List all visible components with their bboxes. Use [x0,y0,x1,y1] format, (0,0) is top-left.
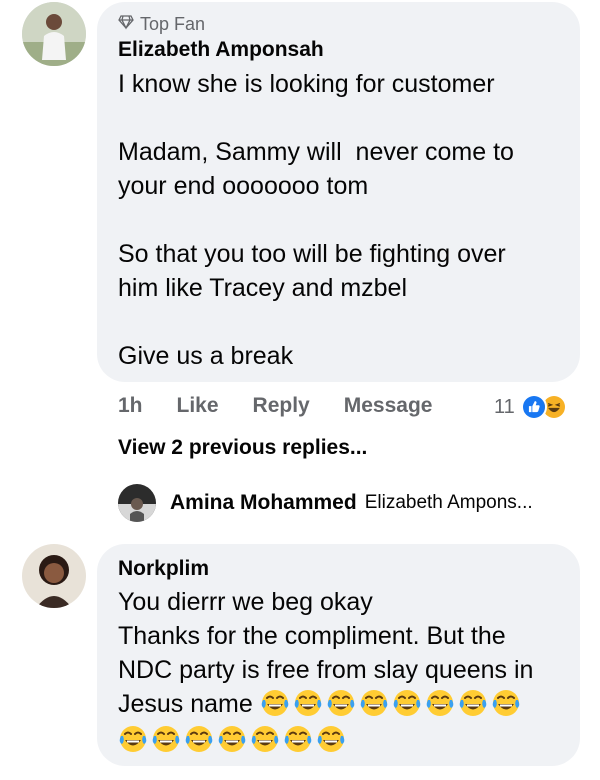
tears-of-joy-emoji [250,724,280,754]
comment-line: Jesus name [118,690,253,718]
comment-text: You dierrr we beg okay Thanks for the co… [118,585,573,757]
reply-button[interactable]: Reply [253,394,310,418]
tears-of-joy-emoji [392,688,422,718]
comment-paragraph: So that you too will be fighting over hi… [118,240,506,302]
emoji-row [118,723,573,757]
reaction-summary[interactable]: 11 [494,394,567,420]
comment-author[interactable]: Norkplim [118,557,209,581]
top-fan-badge: Top Fan [118,14,205,35]
comment-paragraph: Give us a break [118,342,294,370]
reaction-count: 11 [494,395,515,418]
comment-author[interactable]: Elizabeth Amponsah [118,38,324,62]
comment-line: Thanks for the compliment. But the [118,622,506,650]
tears-of-joy-emoji [491,688,521,718]
emoji-row [260,690,524,718]
tears-of-joy-emoji [118,724,148,754]
comment-paragraph: Madam, Sammy will never come to your end… [118,138,514,200]
tears-of-joy-emoji [293,688,323,718]
tears-of-joy-emoji [326,688,356,718]
comment-line: You dierrr we beg okay [118,588,373,616]
tears-of-joy-emoji [425,688,455,718]
top-fan-label: Top Fan [140,14,206,34]
avatar-amina[interactable] [118,484,156,522]
tears-of-joy-emoji [359,688,389,718]
tears-of-joy-emoji [458,688,488,718]
like-button[interactable]: Like [177,394,219,418]
tears-of-joy-emoji [260,688,290,718]
tears-of-joy-emoji [184,724,214,754]
reply-preview-text: Elizabeth Ampons... [364,492,533,513]
comment-time[interactable]: 1h [118,394,143,418]
message-button[interactable]: Message [344,394,433,418]
comment-actions: 1h Like Reply Message [118,394,466,418]
tears-of-joy-emoji [316,724,346,754]
tears-of-joy-emoji [151,724,181,754]
like-icon [520,394,547,420]
view-previous-replies-link[interactable]: View 2 previous replies... [118,436,367,460]
tears-of-joy-emoji [217,724,247,754]
comment-line-with-emoji: Jesus name [118,687,573,721]
reply-author[interactable]: Amina Mohammed [170,491,357,515]
comment-paragraph: I know she is looking for customer [118,70,495,98]
reply-preview[interactable]: Amina Mohammed Elizabeth Ampons... [118,484,533,522]
avatar-elizabeth[interactable] [22,2,86,66]
diamond-icon [118,14,134,35]
tears-of-joy-emoji [283,724,313,754]
comment-text: I know she is looking for customer Madam… [118,67,568,373]
avatar-norkplim[interactable] [22,544,86,608]
comment-line: NDC party is free from slay queens in [118,656,534,684]
